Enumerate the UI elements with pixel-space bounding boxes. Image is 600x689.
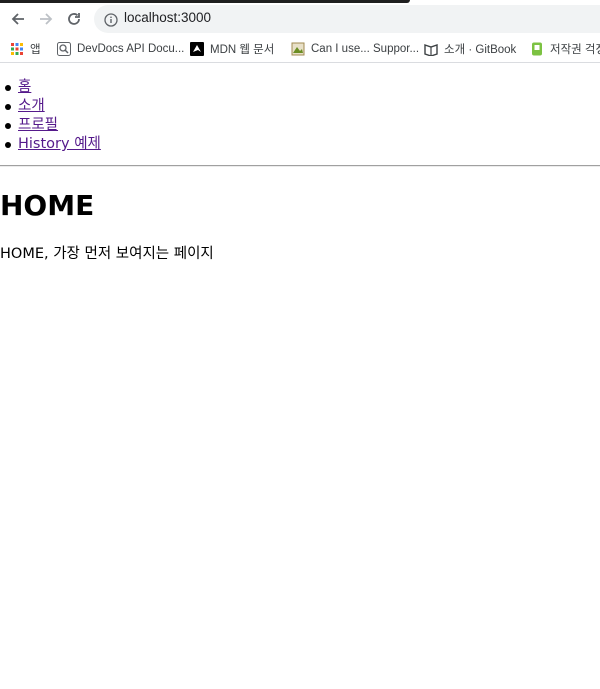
- bookmark-copyright[interactable]: 저작권 걱정: [530, 39, 600, 59]
- mdn-icon: [190, 42, 204, 56]
- list-item: History 예제: [5, 135, 101, 154]
- nav-link-about[interactable]: 소개: [18, 98, 45, 114]
- list-item: 소개: [5, 97, 101, 116]
- address-bar[interactable]: localhost:3000: [94, 5, 600, 33]
- main-nav: 홈 소개 프로필 History 예제: [5, 78, 101, 154]
- nav-link-history[interactable]: History 예제: [18, 136, 101, 152]
- gitbook-icon: [424, 42, 438, 57]
- nav-link-home[interactable]: 홈: [18, 79, 31, 95]
- bookmark-label: MDN 웹 문서: [210, 44, 275, 56]
- bookmark-caniuse[interactable]: Can I use... Suppor...: [291, 39, 419, 59]
- list-item: 프로필: [5, 116, 101, 135]
- url-text[interactable]: localhost:3000: [124, 10, 211, 25]
- bookmark-gitbook[interactable]: 소개 · GitBook: [424, 39, 516, 59]
- reload-icon: [68, 13, 80, 25]
- browser-toolbar: localhost:3000: [0, 3, 600, 35]
- bookmarks-bar: 앱 DevDocs API Docu... MDN 웹 문서 Can I use…: [0, 35, 600, 63]
- back-button[interactable]: [5, 6, 31, 32]
- bookmark-devdocs[interactable]: DevDocs API Docu...: [57, 39, 184, 59]
- caniuse-icon: [291, 42, 305, 56]
- bookmark-label: 소개 · GitBook: [444, 44, 517, 56]
- info-icon[interactable]: [104, 12, 118, 31]
- arrow-left-icon: [11, 13, 24, 25]
- bookmark-apps[interactable]: 앱: [10, 39, 41, 59]
- page-title: HOME: [0, 189, 95, 222]
- list-item: 홈: [5, 78, 101, 97]
- apps-grid-icon: [10, 42, 24, 56]
- devdocs-icon: [57, 42, 71, 56]
- bookmark-label: 저작권 걱정: [550, 44, 600, 56]
- bookmark-label: 앱: [30, 44, 41, 56]
- reload-button[interactable]: [61, 6, 87, 32]
- nav-link-profile[interactable]: 프로필: [18, 117, 58, 133]
- bookmark-label: DevDocs API Docu...: [77, 43, 185, 55]
- copyright-icon: [530, 42, 544, 56]
- bookmark-label: Can I use... Suppor...: [311, 43, 420, 55]
- horizontal-rule: [0, 165, 600, 167]
- bookmark-mdn[interactable]: MDN 웹 문서: [190, 39, 274, 59]
- page-description: HOME, 가장 먼저 보여지는 페이지: [0, 246, 214, 262]
- arrow-right-icon: [40, 13, 53, 25]
- forward-button[interactable]: [33, 6, 59, 32]
- page-content: 홈 소개 프로필 History 예제 HOME HOME, 가장 먼저 보여지…: [0, 64, 600, 689]
